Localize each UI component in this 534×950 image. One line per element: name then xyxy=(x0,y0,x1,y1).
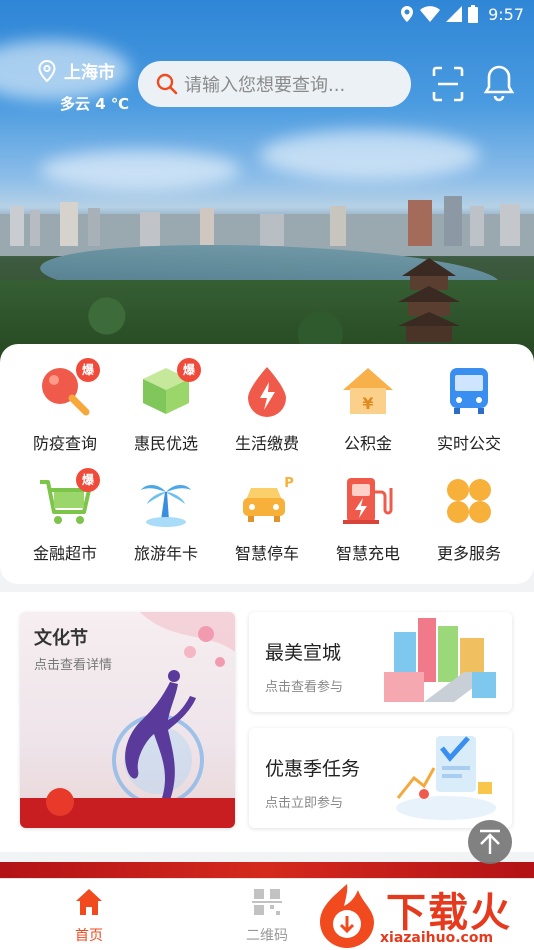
service-utility-payment[interactable]: 生活缴费 xyxy=(217,364,317,454)
service-label: 防疫查询 xyxy=(32,434,97,453)
nav-home-label: 首页 xyxy=(75,928,103,944)
service-more[interactable]: 更多服务 xyxy=(419,474,519,564)
city-promo-title: 最美宣城 xyxy=(265,642,342,664)
svg-text:P: P xyxy=(284,476,294,491)
service-travel-card[interactable]: 旅游年卡 xyxy=(116,474,216,564)
grid-dots-icon xyxy=(447,479,491,523)
signal-icon xyxy=(446,6,463,22)
location-pin-icon xyxy=(38,59,56,82)
cloud xyxy=(40,150,240,190)
service-label: 生活缴费 xyxy=(234,434,299,453)
bus-icon xyxy=(450,368,488,414)
back-to-top-button[interactable] xyxy=(468,820,512,864)
nav-qr-code[interactable]: 二维码 xyxy=(222,887,312,945)
service-label: 智慧充电 xyxy=(335,544,400,563)
discount-tasks-card[interactable]: 优惠季任务 点击立即参与 xyxy=(249,728,512,828)
service-smart-charging[interactable]: 智慧充电 xyxy=(318,474,418,564)
car-parking-icon: P xyxy=(243,476,294,522)
home-icon xyxy=(76,889,102,915)
flame-logo-icon xyxy=(320,884,374,948)
service-label: 公积金 xyxy=(343,434,392,453)
nav-home[interactable]: 首页 xyxy=(44,887,134,945)
search-icon xyxy=(156,73,178,95)
service-label: 金融超市 xyxy=(32,544,97,563)
city-promo-subtitle: 点击查看参与 xyxy=(265,680,344,695)
nav-qr-code-label: 二维码 xyxy=(246,928,288,944)
svg-text:¥: ¥ xyxy=(362,394,373,413)
charging-station-icon xyxy=(343,478,393,524)
hero-banner xyxy=(0,0,534,370)
location-selector[interactable]: 上海市 多云 4 ℃ xyxy=(38,58,129,114)
battery-icon xyxy=(468,5,479,23)
watermark-url: xiazaihuo.com xyxy=(380,930,494,946)
service-label: 惠民优选 xyxy=(133,434,198,453)
service-epidemic-query[interactable]: 爆 防疫查询 xyxy=(15,358,115,454)
task-checklist-illustration xyxy=(396,736,496,820)
location-status-icon xyxy=(401,6,414,22)
festival-title: 文化节 xyxy=(34,628,88,649)
service-grid: 爆 防疫查询 爆 惠民优选 生活缴费 ¥ 公积金 实时公交 爆 金融超市 旅游年… xyxy=(0,344,534,584)
service-label: 更多服务 xyxy=(436,544,501,563)
service-benefit-select[interactable]: 爆 惠民优选 xyxy=(116,358,216,454)
service-label: 实时公交 xyxy=(436,434,501,453)
watermark-logo: 下载火 xiazaihuo.com xyxy=(314,880,534,950)
pagoda xyxy=(398,258,460,342)
service-smart-parking[interactable]: P 智慧停车 xyxy=(217,474,317,564)
status-time: 9:57 xyxy=(488,4,524,24)
hot-badge: 爆 xyxy=(177,358,201,382)
lightning-drop-icon xyxy=(248,367,286,417)
qr-code-icon xyxy=(252,889,282,915)
house-yuan-icon: ¥ xyxy=(343,368,393,414)
cloud xyxy=(260,130,480,180)
hot-badge: 爆 xyxy=(76,468,100,492)
service-finance-market[interactable]: 爆 金融超市 xyxy=(15,468,115,564)
service-realtime-bus[interactable]: 实时公交 xyxy=(419,364,519,454)
discount-tasks-subtitle: 点击立即参与 xyxy=(265,796,344,811)
search-bar[interactable]: 请输入您想要查询... xyxy=(138,61,411,107)
city-name: 上海市 xyxy=(64,63,115,83)
city-buildings-illustration xyxy=(384,618,496,702)
weather-text: 多云 4 ℃ xyxy=(60,95,130,113)
festival-card[interactable]: 文化节 点击查看详情 xyxy=(20,612,235,828)
wifi-icon xyxy=(420,6,441,22)
hot-badge: 爆 xyxy=(76,358,100,382)
service-housing-fund[interactable]: ¥ 公积金 xyxy=(318,364,418,454)
search-placeholder: 请输入您想要查询... xyxy=(184,75,346,96)
promo-section: 文化节 点击查看详情 最美宣城 点击查看参与 优惠季任务 点击立即参与 xyxy=(0,592,534,852)
service-label: 旅游年卡 xyxy=(133,544,198,563)
palm-tree-icon xyxy=(141,485,191,527)
scan-icon[interactable] xyxy=(432,66,464,102)
city-promo-card[interactable]: 最美宣城 点击查看参与 xyxy=(249,612,512,712)
service-label: 智慧停车 xyxy=(234,544,299,563)
discount-tasks-title: 优惠季任务 xyxy=(265,758,361,780)
bell-icon[interactable] xyxy=(483,64,515,102)
status-bar: 9:57 xyxy=(0,0,534,28)
festival-subtitle: 点击查看详情 xyxy=(34,658,113,673)
